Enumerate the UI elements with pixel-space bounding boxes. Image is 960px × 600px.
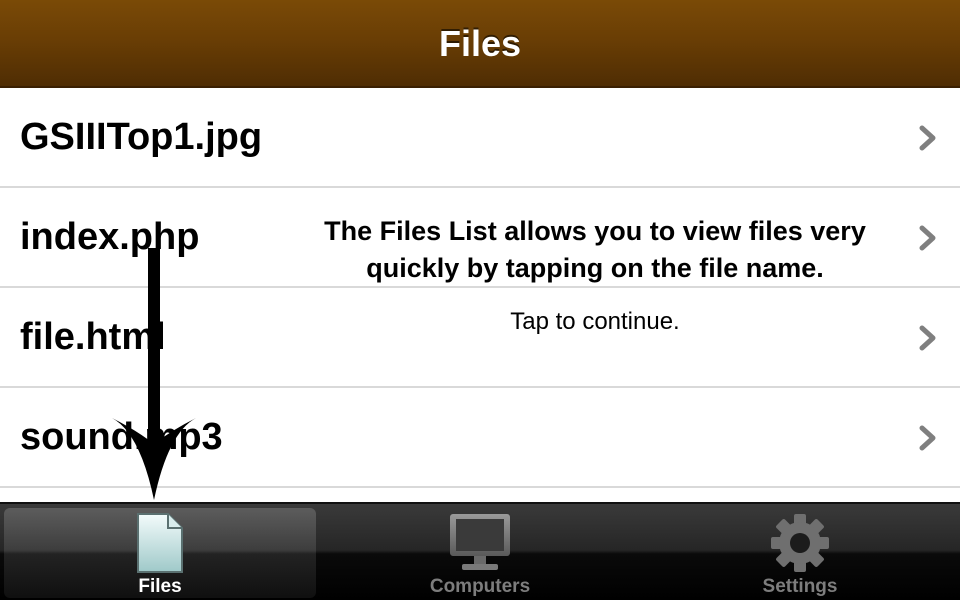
tab-bar: Files Computers Settings (0, 502, 960, 600)
down-arrow-icon (112, 248, 196, 500)
tab-files[interactable]: Files (4, 508, 316, 598)
app-screen: Files GSIIITop1.jpg index.php file.html … (0, 0, 960, 600)
tab-settings[interactable]: Settings (644, 508, 956, 598)
file-row[interactable]: GSIIITop1.jpg (0, 88, 960, 188)
chevron-right-icon (919, 325, 936, 351)
page-title: Files (438, 23, 522, 64)
tab-label: Files (138, 576, 182, 597)
tab-label: Settings (762, 576, 838, 597)
chevron-right-icon (919, 125, 936, 151)
chevron-right-icon (919, 225, 936, 251)
file-name: GSIIITop1.jpg (20, 116, 263, 158)
navigation-bar: Files (0, 0, 960, 88)
tutorial-message: The Files List allows you to view files … (324, 216, 866, 283)
tutorial-overlay[interactable]: The Files List allows you to view files … (320, 213, 870, 337)
document-icon (137, 513, 183, 573)
tab-label: Computers (429, 576, 531, 597)
tap-to-continue-text[interactable]: Tap to continue. (320, 307, 870, 337)
chevron-right-icon (919, 425, 936, 451)
gear-icon (771, 514, 829, 572)
tab-computers[interactable]: Computers (324, 508, 636, 598)
monitor-icon (450, 514, 510, 570)
